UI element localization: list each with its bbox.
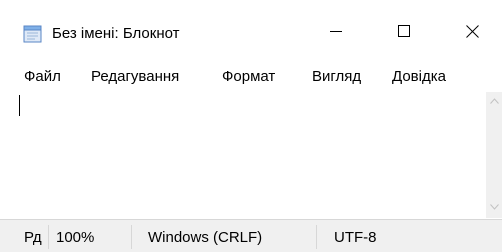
notepad-window: Без імені: Блокнот Файл Редагування Форм… <box>0 0 502 252</box>
line-ending: Windows (CRLF) <box>148 229 263 246</box>
menu-help[interactable]: Довідка <box>392 68 446 86</box>
maximize-button[interactable] <box>380 0 428 62</box>
status-divider <box>48 225 49 249</box>
minimize-button[interactable] <box>312 0 360 62</box>
status-bar: Рд 1, Ст 1 100% Windows (CRLF) UTF-8 <box>0 219 502 252</box>
status-divider <box>131 225 132 249</box>
menu-edit[interactable]: Редагування <box>91 68 179 86</box>
notepad-icon <box>23 25 42 43</box>
zoom-level: 100% <box>56 229 95 246</box>
title-bar[interactable]: Без імені: Блокнот <box>0 0 502 62</box>
scroll-down-arrow-icon[interactable] <box>490 204 499 210</box>
menu-bar: Файл Редагування Формат Вигляд Довідка <box>0 62 502 90</box>
close-button[interactable] <box>448 0 496 62</box>
window-title: Без імені: Блокнот <box>52 25 180 42</box>
text-editor-area[interactable] <box>18 92 486 218</box>
scroll-up-arrow-icon[interactable] <box>490 98 499 104</box>
cursor-position: Рд 1, Ст 1 <box>24 229 46 246</box>
close-icon <box>465 24 479 38</box>
menu-file[interactable]: Файл <box>24 68 61 86</box>
text-caret <box>19 95 20 116</box>
minimize-icon <box>330 31 342 32</box>
maximize-icon <box>398 25 410 37</box>
menu-view[interactable]: Вигляд <box>312 68 361 86</box>
status-divider <box>316 225 317 249</box>
text-encoding: UTF-8 <box>334 229 377 246</box>
menu-format[interactable]: Формат <box>222 68 275 86</box>
vertical-scrollbar[interactable] <box>486 92 502 218</box>
